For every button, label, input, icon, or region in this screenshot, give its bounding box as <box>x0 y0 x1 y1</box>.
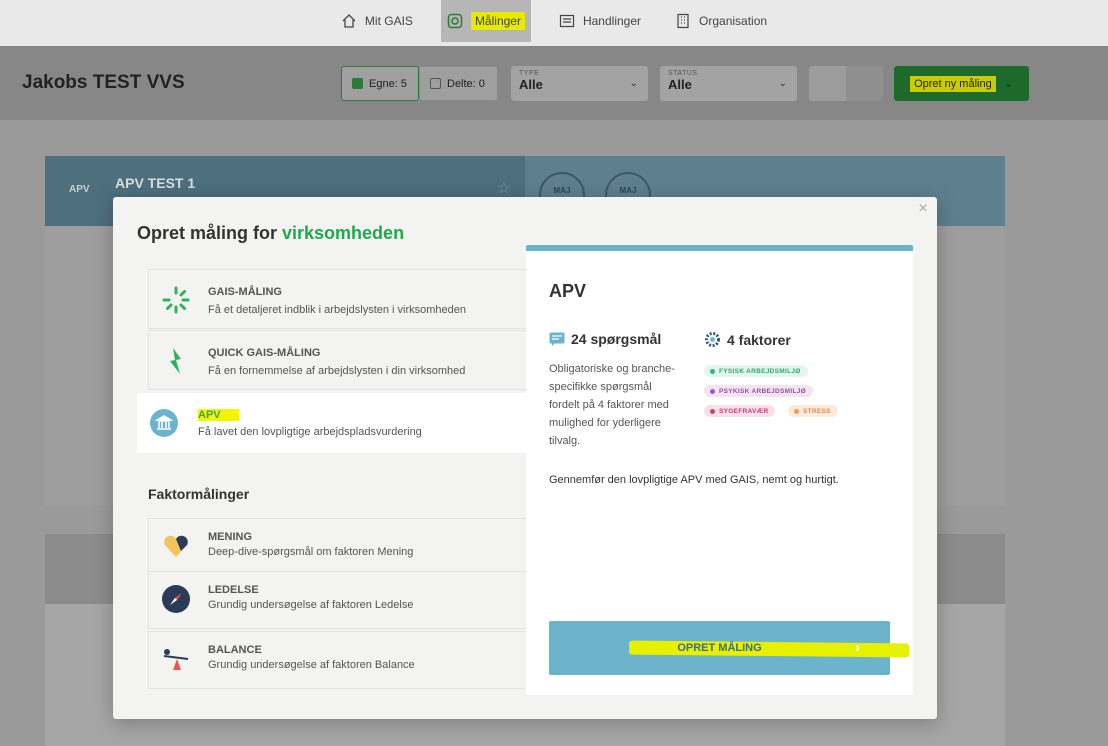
close-icon[interactable]: × <box>915 201 931 217</box>
factor-pill: PSYKISK ARBEJDSMILJØ <box>704 385 814 397</box>
create-measurement-button[interactable]: Opret ny måling ⌄ <box>894 66 1029 101</box>
option-desc: Få et detaljeret indblik i arbejdslysten… <box>208 304 467 316</box>
option-gais-maling[interactable]: GAIS-MÅLING Få et detaljeret indblik i a… <box>148 269 528 329</box>
view-toggle-list[interactable] <box>846 66 883 101</box>
panel-title: APV <box>549 281 587 301</box>
type-select[interactable]: TYPE Alle ⌄ <box>511 66 648 101</box>
section-title: Faktormålinger <box>148 486 250 502</box>
option-desc: Få en fornemmelse af arbejdslysten i din… <box>208 365 466 377</box>
status-select[interactable]: STATUS Alle ⌄ <box>660 66 797 101</box>
type-caption: TYPE <box>519 70 540 77</box>
highlight-mark <box>628 640 910 658</box>
nav-label: Målinger <box>470 12 525 30</box>
nav-organisation[interactable]: Organisation <box>669 0 773 42</box>
option-title: GAIS-MÅLING <box>208 286 282 298</box>
nav-label: Mit GAIS <box>364 14 413 28</box>
top-navigation: Mit GAIS Målinger Handlinger Organisatio… <box>0 0 1108 46</box>
factor-title: MENING <box>208 531 252 543</box>
option-desc: Få lavet den lovpligtige arbejdspladsvur… <box>198 426 422 438</box>
create-measurement-modal: × Opret måling for virksomheden GAIS-MÅL… <box>113 197 937 719</box>
filter-own-label: Egne: 5 <box>369 77 407 90</box>
chat-icon <box>549 332 565 346</box>
option-quick-gais-maling[interactable]: QUICK GAIS-MÅLING Få en fornemmelse af a… <box>148 330 528 390</box>
lightning-icon <box>170 348 181 374</box>
filter-shared-checkbox[interactable]: Delte: 0 <box>419 66 498 101</box>
star-icon[interactable]: ☆ <box>497 178 511 198</box>
gear-icon <box>705 332 720 347</box>
factor-option-balance[interactable]: BALANCE Grundig undersøgelse af faktoren… <box>148 631 528 689</box>
checkbox-icon <box>352 78 363 89</box>
questions-count: 24 spørgsmål <box>549 331 661 347</box>
option-apv[interactable]: APV Få lavet den lovpligtige arbejdsplad… <box>137 393 527 453</box>
factor-desc: Grundig undersøgelse af faktoren Balance <box>208 659 415 671</box>
target-icon <box>447 13 463 29</box>
panel-description: Obligatoriske og branche-specifikke spør… <box>549 363 675 447</box>
factor-option-ledelse[interactable]: LEDELSE Grundig undersøgelse af faktoren… <box>148 571 528 629</box>
nav-label: Organisation <box>699 14 768 28</box>
seesaw-icon <box>163 649 189 670</box>
nav-mit-gais[interactable]: Mit GAIS <box>335 0 419 42</box>
checkbox-icon <box>430 78 441 89</box>
status-caption: STATUS <box>668 70 698 77</box>
modal-title: Opret måling for virksomheden <box>137 223 405 243</box>
nav-label: Handlinger <box>582 14 642 28</box>
create-measurement-cta-button[interactable]: OPRET MÅLING › <box>549 621 910 675</box>
spinner-icon <box>162 286 190 314</box>
type-value: Alle <box>519 77 543 92</box>
factor-title: BALANCE <box>208 644 262 656</box>
nav-malinger[interactable]: Målinger <box>440 0 531 42</box>
factor-desc: Grundig undersøgelse af faktoren Ledelse <box>208 599 414 611</box>
filter-shared-label: Delte: 0 <box>447 77 485 90</box>
factor-option-mening[interactable]: MENING Deep-dive-spørgsmål om faktoren M… <box>148 518 528 576</box>
panel-note: Gennemfør den lovpligtige APV med GAIS, … <box>549 474 839 486</box>
option-title: APV <box>198 409 239 421</box>
card-name: APV TEST 1 <box>115 175 196 191</box>
company-name: Jakobs TEST VVS <box>22 72 185 93</box>
factor-pill: STRESS <box>788 405 838 417</box>
factor-title: LEDELSE <box>208 584 259 596</box>
chevron-down-icon: ⌄ <box>1003 78 1013 90</box>
heart-icon <box>164 535 188 557</box>
factor-desc: Deep-dive-spørgsmål om faktoren Mening <box>208 546 414 558</box>
compass-icon <box>162 585 190 613</box>
bank-icon <box>150 409 178 437</box>
factor-pill: SYGEFRAVÆR <box>704 405 776 417</box>
factors-count: 4 faktorer <box>704 331 791 348</box>
list-icon <box>559 14 575 28</box>
building-icon <box>677 13 689 29</box>
home-icon <box>342 14 356 28</box>
detail-panel: APV 24 spørgsmål 4 faktorer Obligatorisk… <box>526 245 913 695</box>
card-tag: APV <box>69 184 90 195</box>
factor-pill: FYSISK ARBEJDSMILJØ <box>704 365 808 377</box>
filter-own-checkbox[interactable]: Egne: 5 <box>341 66 419 101</box>
status-value: Alle <box>668 77 692 92</box>
nav-handlinger[interactable]: Handlinger <box>553 0 647 42</box>
chevron-right-icon: › <box>855 639 860 655</box>
option-title: QUICK GAIS-MÅLING <box>208 347 321 359</box>
chevron-down-icon: ⌄ <box>629 78 638 89</box>
view-toggle-cards[interactable] <box>809 66 846 101</box>
chevron-down-icon: ⌄ <box>778 78 787 89</box>
